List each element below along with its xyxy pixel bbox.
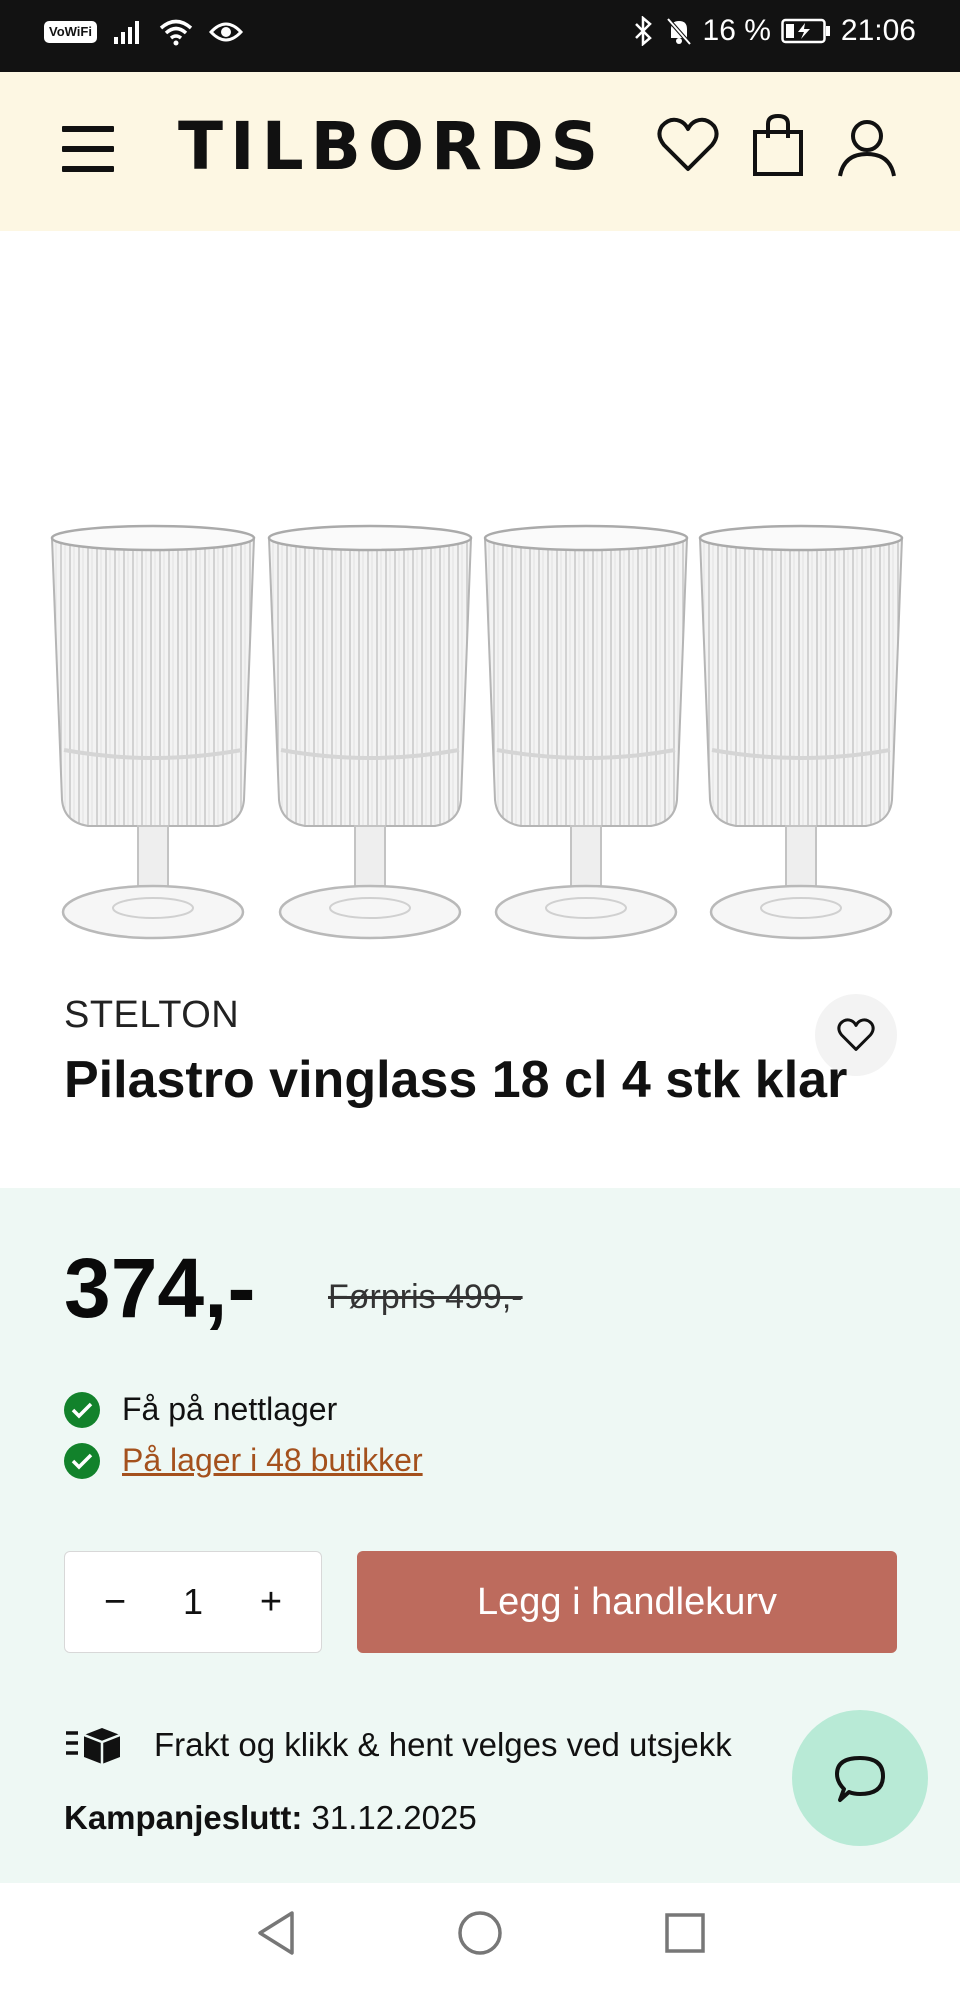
chat-button[interactable] xyxy=(792,1710,928,1846)
stock-online-label: Få på nettlager xyxy=(122,1391,338,1427)
product-title: Pilastro vinglass 18 cl 4 stk klar xyxy=(64,1051,848,1109)
check-icon xyxy=(64,1442,100,1479)
bluetooth-icon xyxy=(634,16,652,46)
clock: 21:06 xyxy=(840,14,916,47)
shopping-bag-icon[interactable] xyxy=(750,112,806,178)
back-icon[interactable] xyxy=(254,1909,298,1957)
signal-icon xyxy=(113,21,139,44)
add-to-cart-button[interactable]: Legg i handlekurv xyxy=(357,1551,897,1653)
stock-stores[interactable]: På lager i 48 butikker xyxy=(64,1442,423,1479)
battery-icon xyxy=(781,18,830,44)
eye-icon xyxy=(208,22,243,42)
shipping-box-icon xyxy=(66,1728,121,1764)
battery-percent: 16 % xyxy=(702,14,771,47)
old-price: Førpris 499,- xyxy=(328,1278,523,1316)
product-price: 374,- xyxy=(64,1241,256,1335)
increase-button[interactable]: + xyxy=(251,1581,291,1624)
home-icon[interactable] xyxy=(457,1909,503,1957)
shipping-info: Frakt og klikk & hent velges ved utsjekk xyxy=(64,1725,732,1765)
campaign-end: Kampanjeslutt: 31.12.2025 xyxy=(64,1799,477,1837)
product-image xyxy=(50,524,904,940)
menu-icon[interactable] xyxy=(62,126,114,172)
recents-icon[interactable] xyxy=(663,1909,707,1957)
check-icon xyxy=(64,1391,100,1428)
campaign-label: Kampanjeslutt: xyxy=(64,1799,303,1836)
wifi-icon xyxy=(159,19,193,46)
decrease-button[interactable]: − xyxy=(95,1581,135,1624)
vowifi-badge: VoWiFi xyxy=(44,21,97,43)
status-bar: VoWiFi 16 % 21:06 xyxy=(0,0,960,72)
quantity-stepper: − 1 + xyxy=(64,1551,322,1653)
system-nav-bar xyxy=(0,1883,960,1991)
site-logo[interactable]: TILBORDS xyxy=(178,104,605,190)
stock-stores-link[interactable]: På lager i 48 butikker xyxy=(122,1442,423,1479)
heart-icon xyxy=(837,1018,875,1051)
quantity-value[interactable]: 1 xyxy=(183,1581,203,1623)
heart-icon[interactable] xyxy=(656,115,720,175)
stock-online: Få på nettlager xyxy=(64,1391,337,1428)
chat-bubble-icon xyxy=(835,1756,885,1802)
product-brand[interactable]: STELTON xyxy=(64,994,239,1037)
bell-muted-icon xyxy=(666,17,692,46)
user-icon[interactable] xyxy=(836,118,898,178)
campaign-date: 31.12.2025 xyxy=(311,1799,477,1836)
shipping-text: Frakt og klikk & hent velges ved utsjekk xyxy=(154,1726,732,1763)
